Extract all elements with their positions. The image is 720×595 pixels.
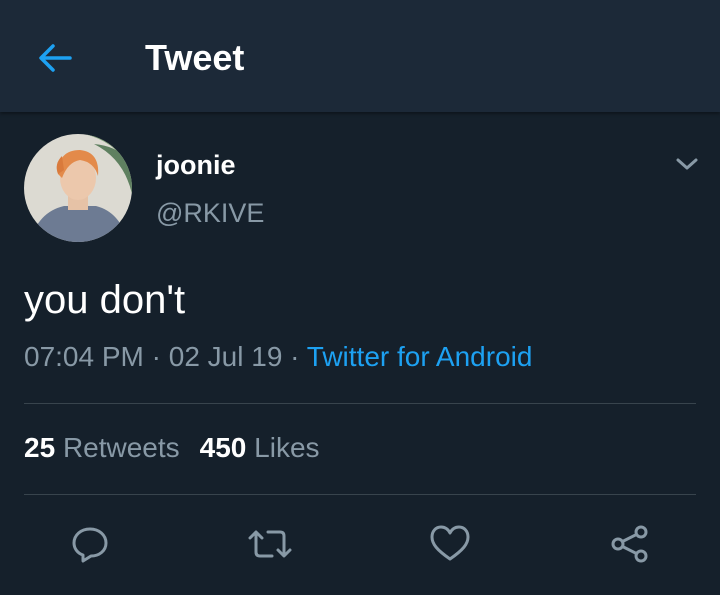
divider — [24, 494, 696, 495]
tweet-options-button[interactable] — [668, 148, 706, 180]
likes-stat[interactable]: 450 Likes — [200, 432, 320, 463]
like-button[interactable] — [426, 520, 474, 568]
avatar-photo — [24, 134, 132, 242]
page-title: Tweet — [145, 37, 245, 78]
tweet-date: 02 Jul 19 — [168, 341, 283, 372]
tweet-time: 07:04 PM — [24, 341, 144, 372]
retweets-count: 25 — [24, 432, 56, 463]
avatar[interactable] — [24, 134, 132, 242]
likes-count: 450 — [199, 432, 247, 463]
tweet-stats: 25 Retweets 450 Likes — [24, 432, 320, 464]
back-button[interactable] — [30, 36, 80, 80]
retweet-button[interactable] — [246, 520, 294, 568]
likes-label: Likes — [254, 432, 320, 463]
top-app-bar: Tweet — [0, 0, 720, 112]
meta-separator: · — [151, 341, 161, 372]
chevron-down-icon — [676, 158, 698, 170]
arrow-left-icon — [39, 44, 72, 72]
share-icon — [611, 525, 648, 563]
tweet-text: you don't — [24, 278, 186, 322]
meta-separator: · — [290, 341, 300, 372]
retweets-stat[interactable]: 25 Retweets — [24, 432, 180, 463]
tweet-source-link[interactable]: Twitter for Android — [307, 341, 533, 372]
author-display-name[interactable]: joonie — [156, 150, 236, 181]
reply-button[interactable] — [66, 520, 114, 568]
retweet-icon — [248, 530, 292, 558]
author-handle[interactable]: @RKIVE — [156, 198, 264, 229]
retweets-label: Retweets — [62, 432, 180, 463]
divider — [24, 403, 696, 404]
share-button[interactable] — [606, 520, 654, 568]
heart-icon — [430, 525, 470, 561]
tweet-detail-screen: Tweet joonie @RKIVE you don't 07:04 PM ·… — [0, 0, 720, 595]
tweet-meta: 07:04 PM · 02 Jul 19 · Twitter for Andro… — [24, 341, 532, 373]
reply-icon — [72, 527, 108, 563]
